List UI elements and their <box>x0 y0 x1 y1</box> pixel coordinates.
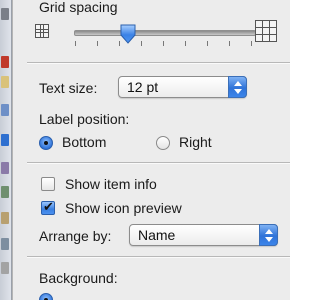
show-item-info-checkbox[interactable] <box>41 177 55 191</box>
view-options-panel: Grid spacing Text size: 12 pt Label posi… <box>12 0 291 300</box>
show-icon-preview-checkbox[interactable] <box>41 199 55 215</box>
slider-tick <box>163 41 164 46</box>
radio-right[interactable] <box>156 136 170 150</box>
arrange-by-popup[interactable]: Name <box>129 224 278 246</box>
label-position-label: Label position: <box>39 111 130 127</box>
text-size-label: Text size: <box>39 80 98 96</box>
text-size-popup[interactable]: 12 pt <box>118 76 247 98</box>
radio-right-label: Right <box>179 134 212 150</box>
section-divider <box>27 162 291 164</box>
small-grid-icon <box>35 24 49 38</box>
background-label: Background: <box>39 270 118 286</box>
radio-bottom-label: Bottom <box>62 134 107 150</box>
sidebar-thumbnail <box>1 56 9 68</box>
arrange-by-label: Arrange by: <box>39 228 112 244</box>
section-divider <box>27 256 291 258</box>
slider-tick <box>97 41 98 46</box>
grid-spacing-slider-knob[interactable] <box>119 24 137 44</box>
background-window-sidebar <box>0 0 12 300</box>
desktop-background <box>290 0 300 300</box>
popup-arrows-icon <box>259 224 278 246</box>
show-icon-preview-label: Show icon preview <box>65 200 182 216</box>
slider-tick <box>141 41 142 46</box>
slider-tick <box>229 41 230 46</box>
show-item-info-label: Show item info <box>65 176 157 192</box>
slider-tick <box>207 41 208 46</box>
sidebar-thumbnail <box>1 212 9 224</box>
sidebar-thumbnail <box>1 162 9 174</box>
radio-bottom[interactable] <box>39 136 53 150</box>
sidebar-thumbnail <box>1 238 9 250</box>
arrange-by-value: Name <box>138 227 176 243</box>
section-divider <box>27 62 291 64</box>
slider-tick <box>251 41 252 46</box>
sidebar-thumbnail <box>1 8 9 20</box>
sidebar-thumbnail <box>1 262 9 274</box>
sidebar-thumbnail <box>1 104 9 116</box>
slider-tick <box>185 41 186 46</box>
large-grid-icon <box>255 20 277 42</box>
sidebar-thumbnail <box>1 76 9 88</box>
sidebar-thumbnail <box>1 186 9 198</box>
text-size-value: 12 pt <box>127 79 159 95</box>
finder-view-options-window: Grid spacing Text size: 12 pt Label posi… <box>0 0 300 300</box>
grid-spacing-label: Grid spacing <box>39 0 118 15</box>
grid-spacing-slider[interactable] <box>74 30 256 36</box>
background-radio[interactable] <box>39 293 53 300</box>
sidebar-thumbnail <box>1 134 9 146</box>
popup-arrows-icon <box>228 76 247 98</box>
slider-tick <box>75 41 76 46</box>
